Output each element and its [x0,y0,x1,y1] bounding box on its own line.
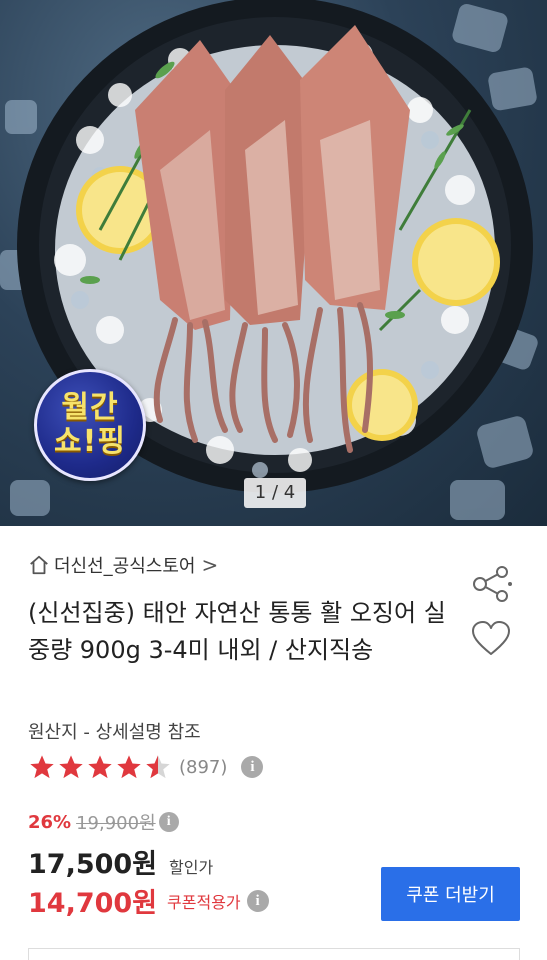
star-icon [59,755,83,779]
rating-row[interactable]: (897) i [28,750,264,784]
star-icon [30,755,54,779]
heart-icon [472,621,510,655]
coupon-price-label: 쿠폰적용가 [167,892,241,912]
star-icon [117,755,141,779]
info-icon[interactable]: i [158,812,179,832]
sale-price: 17,500원 [28,849,158,880]
product-origin: 원산지 - 상세설명 참조 [28,722,201,743]
coupon-price-row: 14,700원 쿠폰적용가 i [28,881,269,920]
discount-rate: 26% [28,811,72,833]
get-more-coupons-button[interactable]: 쿠폰 더받기 [381,867,520,921]
store-link[interactable]: 더신선_공식스토어 > [28,552,218,578]
monthly-shopping-badge: 월간 쇼!핑 [34,369,146,481]
like-button[interactable] [470,620,512,658]
badge-line-2: 쇼!핑 [54,424,126,459]
store-name: 더신선_공식스토어 [54,556,196,577]
original-price: 19,900원 [76,813,156,834]
info-icon[interactable]: i [241,756,264,778]
review-count[interactable]: (897) [179,757,227,778]
discount-row: 26% 19,900원 i [28,809,179,835]
share-button[interactable] [470,563,514,603]
image-page-indicator: 1 / 4 [244,478,306,508]
sale-price-row: 17,500원 할인가 [28,842,213,881]
option-select-box[interactable] [28,948,520,960]
star-half-icon [146,755,170,779]
share-icon [473,566,512,602]
star-icon [88,755,112,779]
coupon-price: 14,700원 [28,888,158,919]
home-icon [30,555,48,575]
info-icon[interactable]: i [246,889,269,912]
product-title: (신선집중) 태안 자연산 통통 활 오징어 실중량 900g 3-4미 내외 … [28,599,446,664]
badge-line-1: 월간 [61,390,119,425]
chevron-right-icon: > [201,553,219,577]
rating-stars [28,753,173,781]
product-image-carousel[interactable]: 월간 쇼!핑 1 / 4 [0,0,547,526]
sale-price-label: 할인가 [169,858,214,877]
